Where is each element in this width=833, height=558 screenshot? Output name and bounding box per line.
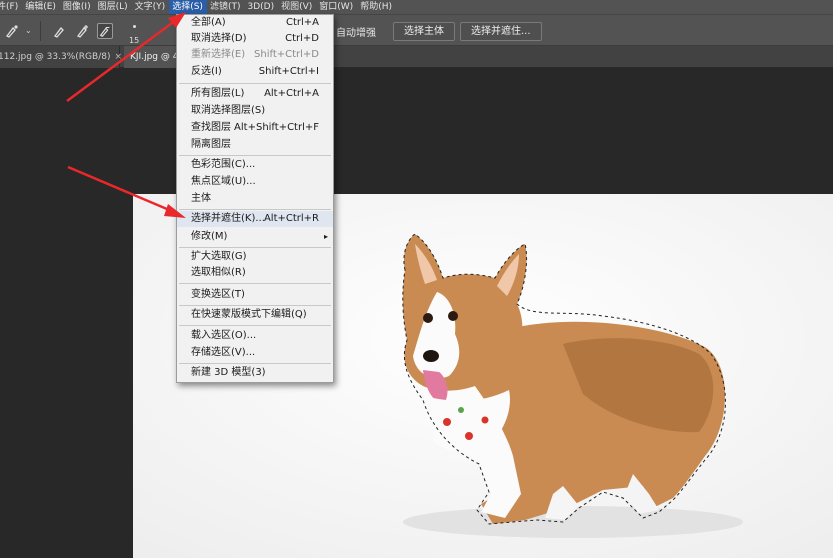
menu-item-new-3d-model[interactable]: 新建 3D 模型(3) [177, 365, 333, 381]
menu-divider [179, 325, 331, 326]
menu-divider [179, 283, 331, 284]
workspace [0, 68, 833, 558]
menu-item-modify[interactable]: 修改(M) ▸ [177, 229, 333, 245]
shortcut: Ctrl+A [285, 17, 319, 28]
menu-filter[interactable]: 滤镜(T) [207, 0, 245, 14]
menu-item-all-layers[interactable]: 所有图层(L) Alt+Ctrl+A [177, 86, 333, 102]
select-and-mask-button[interactable]: 选择并遮住... [460, 22, 542, 41]
shortcut: Shift+Ctrl+D [254, 49, 319, 60]
menu-item-similar[interactable]: 选取相似(R) [177, 265, 333, 281]
toolbar-divider [40, 21, 41, 41]
menu-item-deselect-layers[interactable]: 取消选择图层(S) [177, 103, 333, 119]
close-icon[interactable]: × [114, 52, 122, 62]
menu-window[interactable]: 窗口(W) [316, 0, 357, 14]
brush-preview[interactable] [133, 25, 136, 28]
tab-label: KJI.jpg @ 4 [130, 52, 179, 62]
menu-divider [179, 363, 331, 364]
menu-item-save-selection[interactable]: 存储选区(V)... [177, 345, 333, 361]
menu-select[interactable]: 选择(S) [169, 0, 207, 14]
chevron-right-icon: ▸ [323, 232, 328, 241]
menu-item-quick-mask[interactable]: 在快速蒙版模式下编辑(Q) [177, 307, 333, 323]
menu-item-deselect[interactable]: 取消选择(D) Ctrl+D [177, 31, 333, 47]
menu-divider [179, 155, 331, 156]
shortcut: Alt+Shift+Ctrl+F [234, 122, 319, 133]
shortcut: Ctrl+D [285, 33, 319, 44]
menu-edit[interactable]: 编辑(E) [22, 0, 60, 14]
select-subject-button[interactable]: 选择主体 [393, 22, 455, 41]
menu-item-select-and-mask[interactable]: 选择并遮住(K)... Alt+Ctrl+R [177, 211, 333, 227]
menu-file[interactable]: 件(F) [0, 0, 22, 14]
menu-item-find-layers[interactable]: 查找图层 Alt+Shift+Ctrl+F [177, 120, 333, 136]
shortcut: Shift+Ctrl+I [258, 66, 319, 77]
menu-image[interactable]: 图像(I) [60, 0, 95, 14]
select-menu-dropdown: 全部(A) Ctrl+A 取消选择(D) Ctrl+D 重新选择(E) Shift+C… [176, 14, 334, 383]
options-bar: ⌄ 15 自动增强 选择主体 选择并遮住... [0, 14, 833, 46]
shortcut: Alt+Ctrl+R [263, 213, 319, 224]
brush-icon[interactable] [52, 23, 68, 39]
brush-add-icon[interactable] [75, 23, 91, 39]
menu-3d[interactable]: 3D(D) [244, 0, 278, 14]
menu-item-load-selection[interactable]: 载入选区(O)... [177, 328, 333, 344]
document-tabs: 112.jpg @ 33.3%(RGB/8) × KJI.jpg @ 4 [0, 46, 833, 68]
menu-item-grow[interactable]: 扩大选取(G) [177, 249, 333, 265]
chevron-down-icon[interactable]: ⌄ [25, 26, 32, 35]
menu-divider [179, 305, 331, 306]
menu-item-focus-area[interactable]: 焦点区域(U)... [177, 174, 333, 190]
menu-help[interactable]: 帮助(H) [357, 0, 396, 14]
tab-kji-jpg[interactable]: KJI.jpg @ 4 [124, 46, 184, 68]
menu-item-isolate-layers[interactable]: 隔离图层 [177, 137, 333, 153]
brush-size-value[interactable]: 15 [129, 36, 139, 45]
menu-item-reselect[interactable]: 重新选择(E) Shift+Ctrl+D [177, 47, 333, 63]
auto-enhance-label[interactable]: 自动增强 [336, 24, 376, 39]
menu-item-color-range[interactable]: 色彩范围(C)... [177, 157, 333, 173]
brush-icon[interactable] [4, 23, 20, 39]
brush-subtract-icon[interactable] [97, 23, 113, 39]
menu-divider [179, 209, 331, 210]
shortcut: Alt+Ctrl+A [264, 88, 319, 99]
menu-item-transform-selection[interactable]: 变换选区(T) [177, 287, 333, 303]
tab-label: 112.jpg @ 33.3%(RGB/8) [0, 52, 111, 62]
menu-item-select-all[interactable]: 全部(A) Ctrl+A [177, 15, 333, 31]
menu-item-inverse[interactable]: 反选(I) Shift+Ctrl+I [177, 64, 333, 80]
menu-bar: 件(F) 编辑(E) 图像(I) 图层(L) 文字(Y) 选择(S) 滤镜(T)… [0, 0, 833, 14]
menu-view[interactable]: 视图(V) [278, 0, 316, 14]
menu-type[interactable]: 文字(Y) [132, 0, 170, 14]
menu-item-subject[interactable]: 主体 [177, 191, 333, 207]
menu-divider [179, 83, 331, 84]
menu-layer[interactable]: 图层(L) [95, 0, 132, 14]
menu-divider [179, 247, 331, 248]
tab-112-jpg[interactable]: 112.jpg @ 33.3%(RGB/8) × [0, 46, 122, 68]
photoshop-window: 件(F) 编辑(E) 图像(I) 图层(L) 文字(Y) 选择(S) 滤镜(T)… [0, 0, 833, 558]
